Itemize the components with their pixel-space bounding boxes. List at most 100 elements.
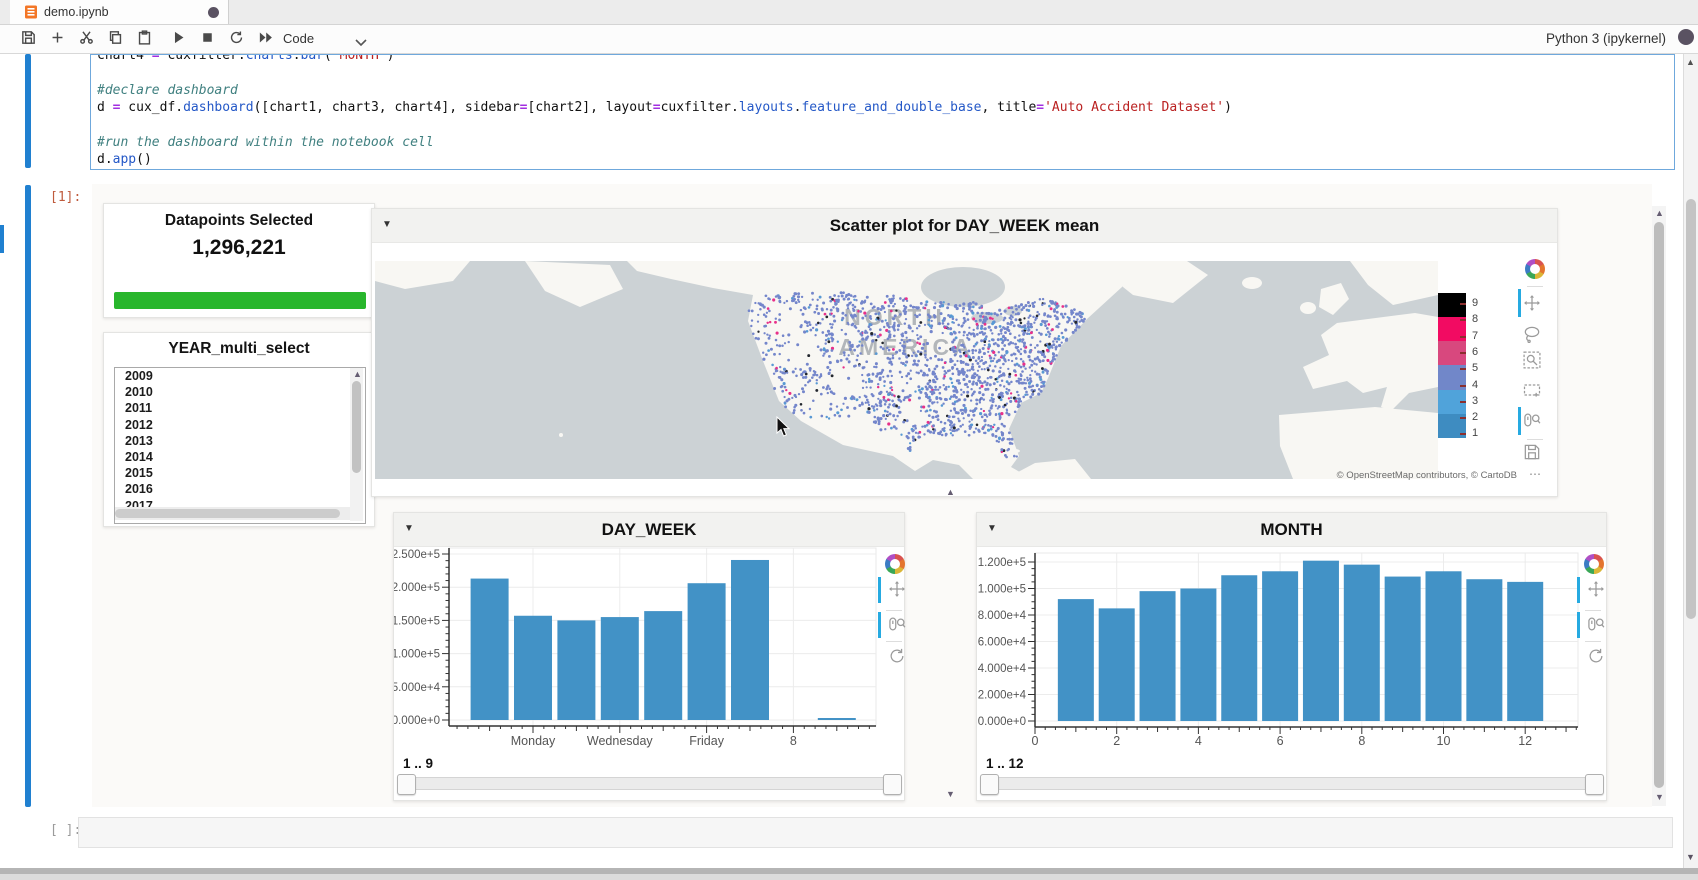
reset-icon[interactable] [887, 646, 907, 666]
save-icon[interactable] [1522, 442, 1542, 462]
year-option[interactable]: 2015 [115, 465, 365, 481]
year-option[interactable]: 2016 [115, 481, 365, 497]
colorbar-swatch [1438, 293, 1466, 317]
year-option[interactable]: 2013 [115, 433, 365, 449]
scroll-down-icon[interactable]: ▼ [1655, 792, 1664, 802]
copy-icon[interactable] [107, 29, 127, 49]
dashboard-vscroll-thumb[interactable] [1654, 222, 1664, 788]
add-icon[interactable] [49, 29, 69, 49]
tab-bar: demo.ipynb [0, 0, 1698, 25]
wheel-zoom-icon[interactable] [1586, 614, 1606, 634]
active-tool-indicator [878, 612, 881, 638]
month-range-slider[interactable] [983, 777, 1602, 790]
year-option[interactable]: 2014 [115, 449, 365, 465]
slider-handle-left[interactable] [397, 774, 416, 795]
jupyterlab-window: demo.ipynb Code Python 3 (ipykernel) cha… [0, 0, 1698, 880]
pan-icon[interactable] [1586, 579, 1606, 599]
cell-input-collapser[interactable] [25, 54, 31, 168]
kernel-name[interactable]: Python 3 (ipykernel) [1546, 31, 1666, 46]
box-zoom-icon[interactable] [1522, 350, 1542, 370]
map-attribution[interactable]: © OpenStreetMap contributors, © CartoDB [1337, 470, 1517, 481]
year-option[interactable]: 2012 [115, 417, 365, 433]
colorbar-tick-label: 1 [1472, 427, 1478, 439]
svg-text:10: 10 [1437, 734, 1451, 748]
code-line: chart4 = cuxfilter.charts.bar('MONTH') [97, 54, 1232, 64]
day-week-title: DAY_WEEK [394, 513, 904, 546]
scroll-up-icon[interactable]: ▲ [353, 369, 362, 379]
svg-text:0.000e+0: 0.000e+0 [394, 715, 440, 727]
pan-icon[interactable] [1522, 293, 1542, 313]
kernel-status-indicator[interactable] [1678, 29, 1694, 45]
colorbar-tick-label: 8 [1472, 313, 1478, 325]
active-tool-indicator [1518, 407, 1521, 435]
wheel-zoom-icon[interactable] [1522, 410, 1542, 430]
page-vscroll-thumb[interactable] [1686, 199, 1696, 619]
day-week-bar-chart[interactable]: 0.000e+05.000e+41.000e+51.500e+52.000e+5… [394, 513, 906, 802]
tab-demo-ipynb[interactable]: demo.ipynb [10, 0, 229, 24]
colorbar-tick [1460, 303, 1466, 305]
year-list-hscroll-thumb[interactable] [115, 509, 340, 518]
slider-handle-right[interactable] [883, 774, 902, 795]
cell-output-collapser[interactable] [25, 185, 31, 807]
hscrollbar-track[interactable] [0, 874, 1698, 880]
year-multiselect-listbox[interactable]: 200920102011201220132014201520162017 [114, 367, 366, 524]
month-bar-chart[interactable]: 0.000e+02.000e+44.000e+46.000e+48.000e+4… [977, 513, 1608, 802]
datapoints-card: Datapoints Selected 1,296,221 [103, 203, 375, 318]
scroll-up-icon[interactable]: ▲ [1686, 57, 1695, 67]
svg-text:1.000e+5: 1.000e+5 [394, 649, 440, 661]
scroll-up-icon[interactable]: ▲ [946, 487, 955, 497]
slider-handle-right[interactable] [1585, 774, 1604, 795]
code-line: #declare dashboard [97, 82, 1232, 99]
colorbar-tick [1460, 417, 1466, 419]
scroll-up-icon[interactable]: ▲ [1655, 208, 1664, 218]
bokeh-logo-icon[interactable] [885, 554, 905, 574]
scroll-down-icon[interactable]: ▼ [946, 789, 955, 799]
code-cell-editor[interactable]: chart4 = cuxfilter.charts.bar('MONTH') #… [90, 54, 1675, 170]
day-week-range-label: 1 .. 9 [403, 756, 433, 771]
svg-text:2: 2 [1113, 734, 1120, 748]
run-icon[interactable] [170, 29, 190, 49]
slider-handle-left[interactable] [980, 774, 999, 795]
notebook-icon [24, 5, 38, 24]
lasso-select-icon[interactable] [1522, 324, 1542, 344]
output-prompt: [1]: [50, 190, 81, 205]
cell-type-dropdown[interactable]: Code [283, 31, 314, 46]
datapoints-value: 1,296,221 [104, 236, 374, 260]
svg-text:2.000e+5: 2.000e+5 [394, 582, 440, 594]
cut-icon[interactable] [78, 29, 98, 49]
active-tool-indicator [1518, 289, 1521, 317]
colorbar-tick [1460, 401, 1466, 403]
year-list-vscroll-thumb[interactable] [352, 381, 361, 473]
svg-text:8: 8 [790, 734, 797, 748]
year-option[interactable]: 2010 [115, 384, 365, 400]
colorbar-tick-label: 3 [1472, 395, 1478, 407]
scroll-down-icon[interactable]: ▼ [1686, 852, 1695, 862]
empty-cell-editor[interactable] [78, 817, 1673, 848]
bokeh-logo-icon[interactable] [1525, 259, 1545, 279]
bokeh-logo-icon[interactable] [1584, 554, 1604, 574]
run-all-icon[interactable] [257, 29, 277, 49]
pan-icon[interactable] [887, 579, 907, 599]
svg-text:4: 4 [1195, 734, 1202, 748]
svg-text:8: 8 [1358, 734, 1365, 748]
geo-scatter-map[interactable]: NORTHAMERICA [375, 261, 1438, 479]
paste-icon[interactable] [136, 29, 156, 49]
year-option[interactable]: 2009 [115, 368, 365, 384]
interrupt-icon[interactable] [199, 29, 219, 49]
chevron-down-icon[interactable] [355, 34, 367, 52]
restart-icon[interactable] [228, 29, 248, 49]
box-select-icon[interactable] [1522, 380, 1542, 400]
day-week-range-slider[interactable] [400, 777, 900, 790]
attribution-overflow-dots[interactable]: ⋯ [1529, 467, 1541, 481]
svg-text:1.000e+5: 1.000e+5 [978, 584, 1026, 596]
svg-text:1.200e+5: 1.200e+5 [978, 557, 1026, 569]
save-icon[interactable] [20, 29, 40, 49]
datapoints-title: Datapoints Selected [104, 212, 374, 230]
reset-icon[interactable] [1586, 646, 1606, 666]
svg-text:6.000e+4: 6.000e+4 [978, 637, 1027, 649]
colorbar-tick [1460, 319, 1466, 321]
wheel-zoom-icon[interactable] [887, 614, 907, 634]
notebook-toolbar: Code Python 3 (ipykernel) [0, 25, 1698, 54]
year-option[interactable]: 2011 [115, 400, 365, 416]
code-line: d.app() [97, 151, 1232, 168]
